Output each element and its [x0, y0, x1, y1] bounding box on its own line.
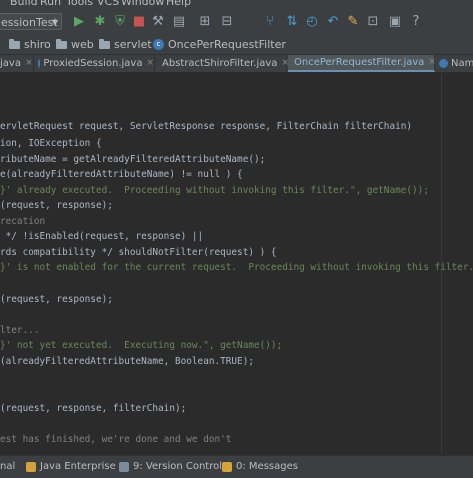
tasks-icon[interactable]: ▣ — [387, 14, 403, 30]
breadcrumb-item-shiro[interactable]: shiro › — [9, 37, 59, 52]
breadcrumb-item-class[interactable]: c OncePerRequestFilter — [153, 37, 286, 52]
sync-icon[interactable]: ⇅ — [284, 14, 300, 30]
make-icon[interactable]: ⚒ — [150, 14, 166, 30]
stop-icon[interactable]: ■ — [131, 14, 147, 30]
tool-label: 0: Messages — [236, 461, 298, 472]
history-icon[interactable]: ◴ — [304, 14, 320, 30]
menu-window[interactable]: Window — [121, 0, 164, 8]
tool-version-control[interactable]: 9: Version Control — [119, 461, 222, 472]
sdk-icon[interactable]: ⊡ — [365, 14, 381, 30]
java-enterprise-icon — [26, 461, 36, 472]
breadcrumb-label: servlet — [114, 38, 152, 51]
class-icon — [439, 59, 448, 68]
code-line: }' not yet executed. Executing now.", ge… — [0, 340, 283, 351]
messages-icon — [222, 461, 232, 472]
editor-tabs: java × ProxiedSession.java × AbstractShi… — [0, 55, 473, 73]
coverage-icon[interactable]: ⛨ — [112, 14, 128, 30]
settings-icon[interactable]: ✎ — [345, 14, 361, 30]
code-line: ion, IOException { — [0, 138, 102, 149]
code-content[interactable]: ervletRequest request, ServletResponse r… — [0, 73, 473, 445]
tab-label: Nam — [451, 58, 473, 69]
tab-once-per-request-filter[interactable]: OncePerRequestFilter.java × — [288, 54, 436, 72]
chevron-down-icon: ▼ — [51, 18, 58, 27]
tool-java-enterprise[interactable]: Java Enterprise — [26, 461, 116, 472]
tool-terminal[interactable]: nal — [0, 461, 15, 472]
toolbar: essionTest ▼ ▶ ✱ ⛨ ■ ⚒ ▤ ⊞ ⊟ ⑂ ⇅ ◴ ↶ ✎ ⊡… — [0, 9, 473, 36]
code-line: (request, response, filterChain); — [0, 403, 187, 414]
tab-proxied-session[interactable]: ProxiedSession.java × — [35, 55, 155, 72]
code-line: (request, response); — [0, 200, 113, 211]
breadcrumb-item-web[interactable]: web › — [56, 37, 102, 52]
undo-icon[interactable]: ↶ — [325, 14, 341, 30]
tab-name[interactable]: Nam — [436, 55, 473, 72]
code-line: }' already executed. Proceeding without … — [0, 185, 429, 196]
code-line: ributeName = getAlreadyFilteredAttribute… — [0, 154, 266, 165]
tool-window-bar: nal Java Enterprise 9: Version Control 0… — [0, 455, 473, 478]
run-icon[interactable]: ▶ — [71, 14, 87, 30]
menu-bar: Build Run Tools VCS Window Help — [0, 0, 473, 9]
folder-icon — [99, 38, 110, 49]
menu-tools[interactable]: Tools — [66, 0, 93, 8]
tree-icon[interactable]: ⊟ — [219, 14, 235, 30]
close-icon[interactable]: × — [25, 55, 33, 72]
code-line: */ !isEnabled(request, response) || — [0, 231, 204, 242]
code-line: (alreadyFilteredAttributeName, Boolean.T… — [0, 356, 254, 367]
tool-messages[interactable]: 0: Messages — [222, 461, 298, 472]
code-line: rds compatibility */ shouldNotFilter(req… — [0, 247, 277, 258]
menu-run[interactable]: Run — [40, 0, 61, 8]
debug-icon[interactable]: ✱ — [92, 14, 108, 30]
breadcrumb-label: shiro — [24, 38, 51, 51]
version-control-icon — [119, 461, 129, 472]
code-line: }' is not enabled for the current reques… — [0, 262, 473, 273]
branch-icon[interactable]: ⑂ — [262, 14, 278, 30]
run-configuration-dropdown[interactable]: essionTest ▼ — [0, 13, 62, 30]
code-line: (request, response); — [0, 294, 113, 305]
tab-abstract-shiro-filter[interactable]: AbstractShiroFilter.java × — [156, 55, 289, 72]
menu-build[interactable]: Build — [10, 0, 38, 8]
code-line: ervletRequest request, ServletResponse r… — [0, 121, 413, 132]
close-icon[interactable]: × — [428, 54, 436, 71]
class-icon: c — [153, 39, 164, 50]
class-icon — [38, 59, 41, 68]
build-icon[interactable]: ▤ — [171, 14, 187, 30]
tool-label: 9: Version Control — [133, 461, 223, 472]
code-editor[interactable]: ervletRequest request, ServletResponse r… — [0, 73, 473, 454]
structure-icon[interactable]: ⊞ — [197, 14, 213, 30]
tool-label: Java Enterprise — [40, 461, 116, 472]
breadcrumb-label: OncePerRequestFilter — [168, 38, 286, 51]
tab-java[interactable]: java × — [0, 55, 34, 72]
tab-label: AbstractShiroFilter.java — [162, 58, 278, 69]
tab-label: OncePerRequestFilter.java — [294, 57, 425, 68]
folder-icon — [9, 38, 20, 49]
tab-label: java — [0, 58, 21, 69]
menu-help[interactable]: Help — [166, 0, 191, 8]
code-line: e(alreadyFilteredAttributeName) != null … — [0, 169, 243, 180]
tool-label: nal — [0, 461, 16, 472]
breadcrumb-label: web — [71, 38, 94, 51]
code-line: lter... — [0, 325, 40, 336]
code-line: recation — [0, 216, 46, 227]
code-line: est has finished, we're done and we don'… — [0, 434, 232, 445]
breadcrumb-item-servlet[interactable]: servlet › — [99, 37, 160, 52]
breadcrumb: shiro › web › servlet › c OncePerRequest… — [0, 35, 473, 55]
folder-icon — [56, 38, 67, 49]
help-icon[interactable]: ? — [408, 14, 424, 30]
tab-label: ProxiedSession.java — [43, 58, 143, 69]
run-config-label: essionTest — [1, 16, 58, 29]
close-icon[interactable]: × — [146, 55, 154, 72]
menu-vcs[interactable]: VCS — [97, 0, 119, 8]
